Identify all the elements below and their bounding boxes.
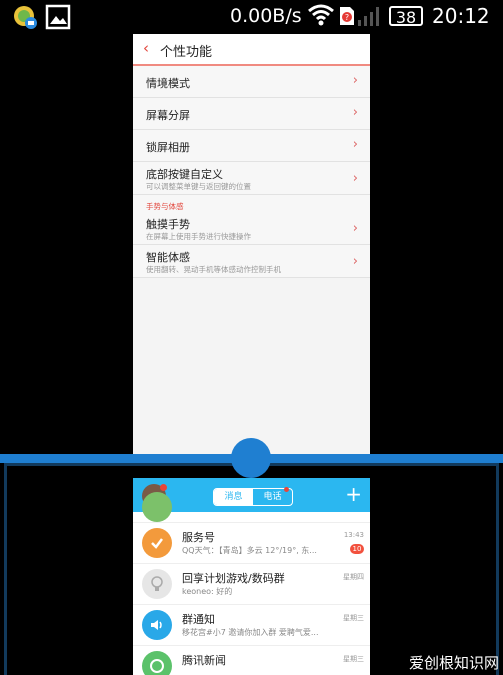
chevron-right-icon: › <box>352 105 358 120</box>
watermark: 爱创根知识网 <box>408 654 499 672</box>
tab-messages[interactable]: 消息 <box>214 489 253 505</box>
lightbulb-icon <box>142 569 172 599</box>
news-icon <box>142 651 172 675</box>
setting-label: 情境模式 <box>146 77 190 90</box>
chat-preview: keoneo: 好的 <box>182 587 233 596</box>
chevron-right-icon: › <box>352 221 358 236</box>
setting-bottom-keys[interactable]: 底部按键自定义 可以调整菜单键与返回键的位置 › <box>133 162 370 195</box>
chat-name: 回享计划游戏/数码群 <box>182 572 285 585</box>
setting-motion-sense[interactable]: 智能体感 使用翻转、晃动手机等体感动作控制手机 › <box>133 245 370 278</box>
setting-label: 锁屏相册 <box>146 141 190 154</box>
speaker-icon <box>142 610 172 640</box>
setting-lockscreen-album[interactable]: 锁屏相册 › <box>133 130 370 162</box>
list-item[interactable]: 服务号 QQ天气：【青岛】多云 12°/19°, 东... 13:43 10 <box>133 523 370 564</box>
battery-indicator: 38 <box>389 6 423 27</box>
settings-header: ‹ 个性功能 <box>133 34 370 66</box>
status-bar: 0.00B/s ? 38 20:12 <box>0 0 503 34</box>
setting-description: 使用翻转、晃动手机等体感动作控制手机 <box>146 265 281 274</box>
qq-panel: 消息 电话 + 服务号 QQ天气：【青岛】多云 12°/19°, 东... 13… <box>133 478 370 675</box>
list-item[interactable]: 腾讯新闻 星期三 <box>133 646 370 675</box>
setting-scenario-mode[interactable]: 情境模式 › <box>133 66 370 98</box>
chat-name: 腾讯新闻 <box>182 654 226 667</box>
chevron-right-icon: › <box>352 254 358 269</box>
chat-time: 星期三 <box>343 655 364 663</box>
clock: 20:12 <box>432 4 490 28</box>
list-item[interactable] <box>133 492 370 523</box>
list-item[interactable]: 群通知 移花宫#小7 邀请你加入群 爱聘气爱... 星期三 <box>133 605 370 646</box>
chevron-right-icon: › <box>352 171 358 186</box>
service-account-icon <box>142 528 172 558</box>
sim-alert-icon: ? <box>339 6 355 30</box>
setting-description: 可以调整菜单键与返回键的位置 <box>146 182 251 191</box>
section-label: 手势与体感 <box>146 202 184 211</box>
setting-touch-gesture[interactable]: 触摸手势 在屏幕上使用手势进行快捷操作 › <box>133 212 370 245</box>
network-speed: 0.00B/s <box>230 5 302 27</box>
setting-label: 底部按键自定义 <box>146 168 223 181</box>
chat-time: 星期三 <box>343 614 364 622</box>
signal-icon <box>357 6 383 30</box>
wifi-icon <box>308 4 334 30</box>
setting-description: 在屏幕上使用手势进行快捷操作 <box>146 232 251 241</box>
chat-time: 13:43 <box>343 531 364 539</box>
unread-badge: 10 <box>350 544 364 554</box>
chat-preview: 移花宫#小7 邀请你加入群 爱聘气爱... <box>182 628 319 637</box>
chat-preview: QQ天气：【青岛】多云 12°/19°, 东... <box>182 546 317 555</box>
setting-label: 屏幕分屏 <box>146 109 190 122</box>
avatar <box>142 492 172 522</box>
chat-name: 群通知 <box>182 613 215 626</box>
app-notification-icon <box>12 4 38 30</box>
qq-tab-bar: 消息 电话 <box>213 488 293 506</box>
settings-list: 情境模式 › 屏幕分屏 › 锁屏相册 › 底部按键自定义 可以调整菜单键与返回键… <box>133 66 370 278</box>
notification-dot <box>284 487 289 492</box>
setting-label: 触摸手势 <box>146 218 190 231</box>
section-header: 手势与体感 <box>133 195 370 212</box>
back-icon[interactable]: ‹ <box>143 39 149 57</box>
settings-panel: ‹ 个性功能 情境模式 › 屏幕分屏 › 锁屏相册 › 底部按键自定义 可以调整… <box>133 34 370 459</box>
gallery-icon <box>45 4 71 30</box>
page-title: 个性功能 <box>160 45 213 60</box>
list-item[interactable]: 回享计划游戏/数码群 keoneo: 好的 星期四 <box>133 564 370 605</box>
chevron-right-icon: › <box>352 73 358 88</box>
add-icon[interactable]: + <box>345 482 362 506</box>
notification-dot <box>160 484 167 491</box>
split-drag-handle[interactable] <box>231 438 271 478</box>
setting-split-screen[interactable]: 屏幕分屏 › <box>133 98 370 130</box>
chat-time: 星期四 <box>343 573 364 581</box>
setting-label: 智能体感 <box>146 251 190 264</box>
chat-name: 服务号 <box>182 531 215 544</box>
chevron-right-icon: › <box>352 137 358 152</box>
svg-text:?: ? <box>345 13 349 22</box>
